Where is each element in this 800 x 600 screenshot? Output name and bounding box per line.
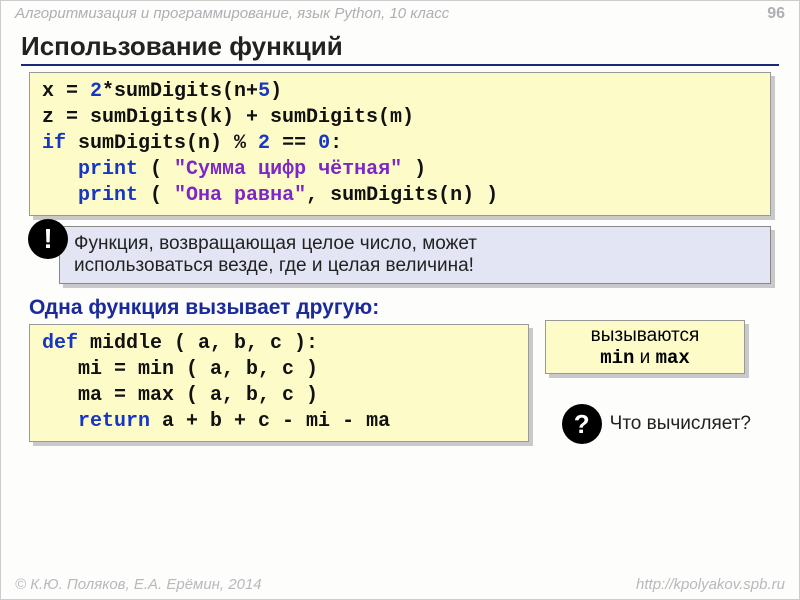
header: Алгоритмизация и программирование, язык … [1,1,799,25]
question-row: ? Что вычисляет? [562,404,751,444]
footer: © К.Ю. Поляков, Е.А. Ерёмин, 2014 http:/… [15,576,785,593]
sub-heading: Одна функция вызывает другую: [29,296,771,320]
callout-line1: вызываются [554,325,736,347]
course-title: Алгоритмизация и программирование, язык … [15,5,449,23]
question-icon: ? [562,404,602,444]
copyright: © К.Ю. Поляков, Е.А. Ерёмин, 2014 [15,576,262,593]
code-block-2: def middle ( a, b, c ): mi = min ( a, b,… [29,324,529,442]
callout-box: вызываются min и max [545,320,745,374]
slide-title: Использование функций [21,31,779,66]
question-text: Что вычисляет? [610,413,751,435]
note-line1: Функция, возвращающая целое число, может [74,233,760,255]
exclamation-icon: ! [28,219,68,259]
code-block-1: x = 2*sumDigits(n+5) z = sumDigits(k) + … [29,72,771,216]
info-note: ! Функция, возвращающая целое число, мож… [59,226,771,284]
page-number: 96 [767,5,785,23]
note-line2: использоваться везде, где и целая величи… [74,255,760,277]
footer-url: http://kpolyakov.spb.ru [636,576,785,593]
callout-line2: min и max [554,347,736,369]
